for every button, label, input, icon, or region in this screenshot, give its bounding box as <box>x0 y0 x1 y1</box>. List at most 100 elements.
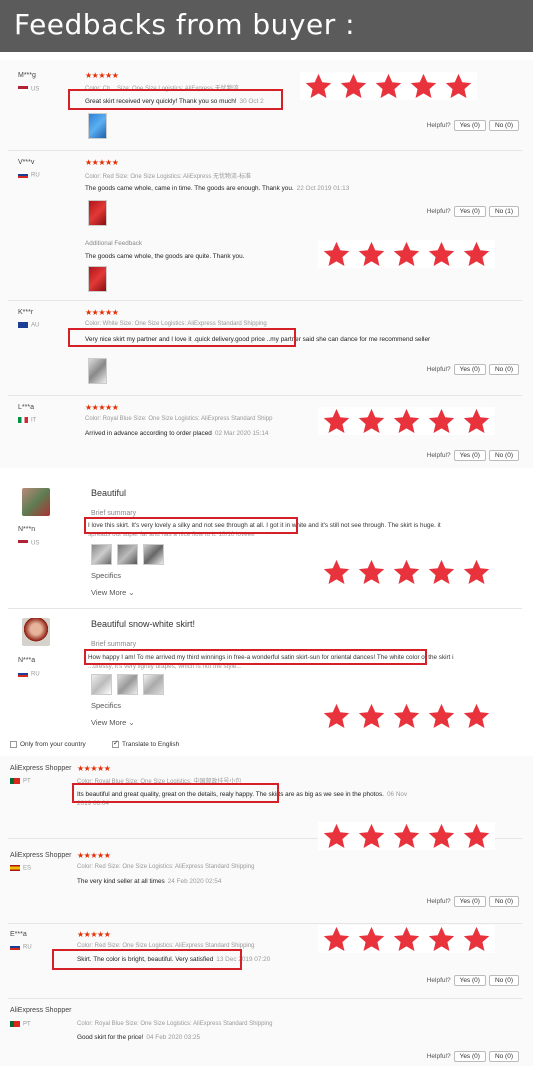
helpful-yes-button[interactable]: Yes (0) <box>453 364 486 375</box>
helpful-bar: Helpful? Yes (0) No (0) <box>427 896 519 907</box>
translate-label: Translate to English <box>122 741 180 748</box>
translate-filter[interactable]: Translate to English <box>112 739 180 748</box>
helpful-no-button[interactable]: No (0) <box>488 364 519 375</box>
review-photo[interactable] <box>143 544 164 565</box>
feedback-banner: Feedbacks from buyer : <box>0 0 533 52</box>
highlight-box <box>68 328 296 347</box>
reviewer-name: E***a <box>10 931 27 938</box>
star-icon <box>358 559 385 584</box>
star-icon <box>463 823 490 848</box>
additional-feedback-text: The goods came whole, the goods are quit… <box>85 253 245 260</box>
review-photo[interactable] <box>88 358 107 384</box>
rating-stars: ★★★★★ <box>85 71 119 80</box>
ru-flag-icon <box>18 172 28 178</box>
reviewer-name: N***a <box>18 657 36 664</box>
star-icon <box>428 408 455 433</box>
chevron-down-icon: ⌄ <box>128 588 135 597</box>
reviewer-country: US <box>18 540 39 547</box>
review-meta: Color: White Size: One Size Logistics: A… <box>85 321 267 327</box>
helpful-no-button[interactable]: No (0) <box>488 450 519 461</box>
star-icon <box>463 926 490 951</box>
reviewer-country: AU <box>18 322 39 329</box>
ru-flag-icon <box>10 944 20 950</box>
country-code: AU <box>31 322 40 329</box>
review-text: Arrived in advance according to order pl… <box>85 430 268 437</box>
star-icon <box>323 408 350 433</box>
star-icon <box>463 559 490 584</box>
helpful-bar: Helpful? Yes (0) No (0) <box>427 975 519 986</box>
star-icon <box>428 559 455 584</box>
review-photo[interactable] <box>88 266 107 292</box>
review-photo[interactable] <box>88 113 107 139</box>
star-icon <box>463 241 490 266</box>
review-title: Beautiful <box>91 488 127 498</box>
avatar <box>22 488 50 516</box>
review-date: 24 Feb 2020 02:54 <box>167 878 222 885</box>
reviewer-country: RU <box>10 944 32 951</box>
review-item: AliExpress Shopper ES ★★★★★ Color: Red S… <box>0 838 533 923</box>
review-date: 06 Nov <box>386 791 408 798</box>
review-photo[interactable] <box>91 544 112 565</box>
review-meta: Color: Royal Blue Size: One Size Logisti… <box>77 1021 273 1027</box>
highlight-box <box>84 517 298 534</box>
view-more-link[interactable]: View More ⌄ <box>91 588 135 597</box>
star-icon <box>393 408 420 433</box>
us-flag-icon <box>18 86 28 92</box>
star-icon <box>358 241 385 266</box>
additional-feedback-label: Additional Feedback <box>85 240 143 247</box>
helpful-yes-button[interactable]: Yes (0) <box>453 1051 486 1062</box>
review-photo[interactable] <box>117 674 138 695</box>
country-code: US <box>31 540 40 547</box>
helpful-yes-button[interactable]: Yes (0) <box>453 975 486 986</box>
star-icon <box>358 823 385 848</box>
helpful-no-button[interactable]: No (0) <box>488 896 519 907</box>
translate-checkbox[interactable] <box>112 739 119 748</box>
review-meta: Color: Red Size: One Size Logistics: Ali… <box>85 174 252 180</box>
country-filter[interactable]: Only from your country <box>10 741 86 748</box>
reviewer-name: K***r <box>18 309 34 316</box>
helpful-yes-button[interactable]: Yes (0) <box>453 896 486 907</box>
reviewer-name: AliExpress Shopper <box>10 1007 72 1014</box>
review-photo[interactable] <box>117 544 138 565</box>
star-icon <box>305 73 332 98</box>
country-code: PT <box>23 778 31 785</box>
review-photo[interactable] <box>88 200 107 226</box>
highlight-box <box>72 783 279 803</box>
helpful-yes-button[interactable]: Yes (0) <box>453 120 486 131</box>
reviewer-name: AliExpress Shopper <box>10 852 72 859</box>
es-flag-icon <box>10 865 20 871</box>
country-code: ES <box>23 865 32 872</box>
helpful-no-button[interactable]: No (0) <box>488 975 519 986</box>
five-star-overlay <box>318 822 495 850</box>
star-icon <box>393 703 420 728</box>
helpful-label: Helpful? <box>426 898 451 905</box>
star-icon <box>323 823 350 848</box>
rating-stars: ★★★★★ <box>85 158 119 167</box>
helpful-label: Helpful? <box>426 208 451 215</box>
star-icon <box>375 73 402 98</box>
pt-flag-icon <box>10 778 20 784</box>
reviewer-name: N***n <box>18 526 36 533</box>
reviewer-name: L***a <box>18 404 34 411</box>
helpful-label: Helpful? <box>426 1053 451 1060</box>
only-country-checkbox[interactable] <box>10 741 17 748</box>
review-date: 04 Feb 2020 03:25 <box>146 1034 201 1041</box>
avatar <box>22 618 50 646</box>
star-icon <box>393 241 420 266</box>
view-more-link[interactable]: View More ⌄ <box>91 718 135 727</box>
review-photo[interactable] <box>143 674 164 695</box>
helpful-yes-button[interactable]: Yes (0) <box>453 206 486 217</box>
chevron-down-icon: ⌄ <box>128 718 135 727</box>
helpful-no-button[interactable]: No (1) <box>488 206 519 217</box>
brief-summary-label: Brief summary <box>91 510 137 517</box>
star-icon <box>428 926 455 951</box>
it-flag-icon <box>18 417 28 423</box>
helpful-bar: Helpful? Yes (0) No (0) <box>427 1051 519 1062</box>
helpful-yes-button[interactable]: Yes (0) <box>453 450 486 461</box>
review-photo[interactable] <box>91 674 112 695</box>
five-star-overlay <box>318 407 495 435</box>
helpful-no-button[interactable]: No (0) <box>488 120 519 131</box>
star-icon <box>323 241 350 266</box>
star-icon <box>428 823 455 848</box>
helpful-no-button[interactable]: No (0) <box>488 1051 519 1062</box>
